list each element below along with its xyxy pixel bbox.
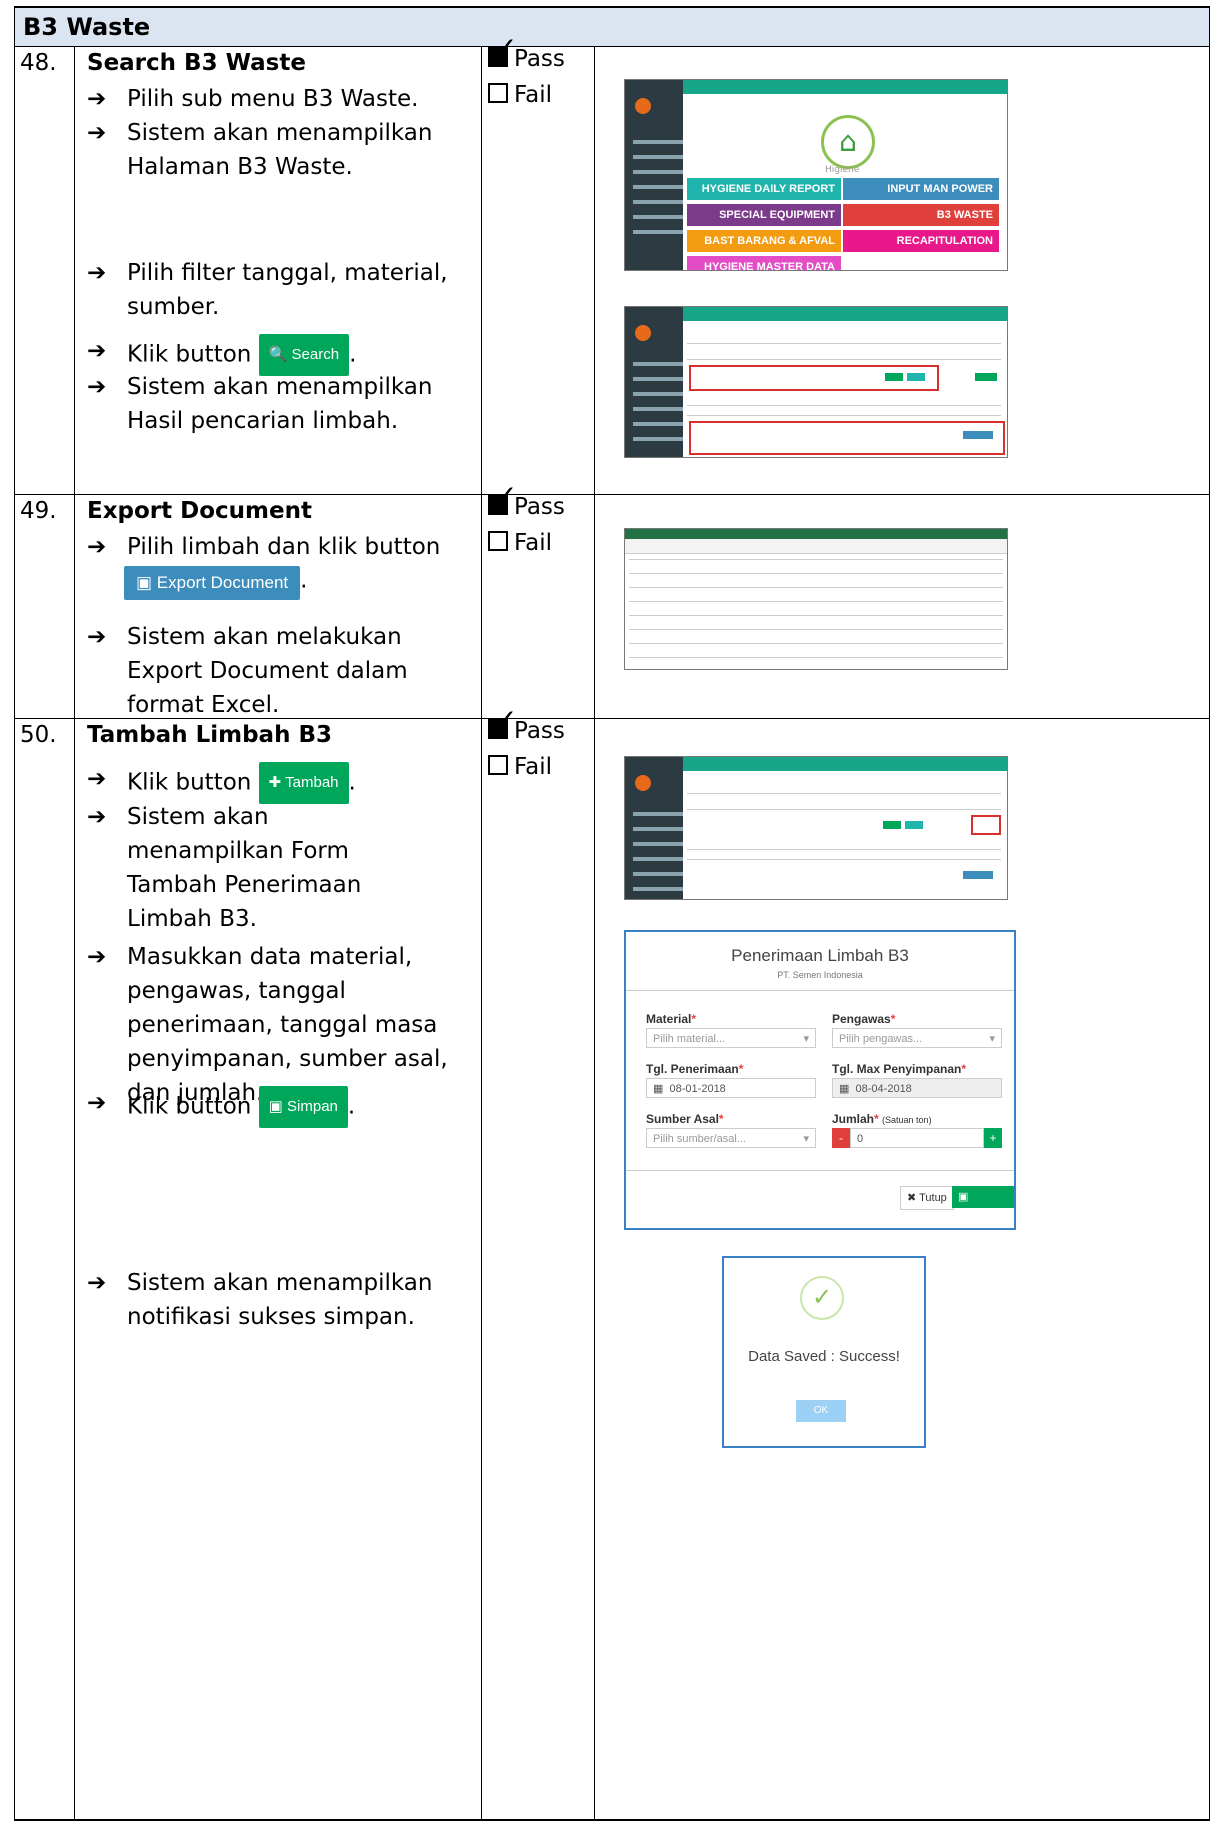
- row-number: 49.: [20, 498, 57, 524]
- row-number: 50.: [20, 722, 57, 748]
- step: ➔ Masukkan data material, pengawas, tangg…: [87, 944, 448, 1106]
- pengawas-label: Pengawas*: [832, 1012, 896, 1026]
- pass-checkbox[interactable]: ✓ Pass: [488, 703, 565, 744]
- step: ➔ Pilih filter tanggal, material, sumber.: [87, 260, 448, 320]
- tile-b3-waste[interactable]: B3 WASTE: [843, 204, 999, 226]
- success-check-icon: ✓: [800, 1276, 844, 1320]
- calendar-icon: ▦: [839, 1083, 850, 1095]
- jumlah-label: Jumlah* (Satuan ton): [832, 1112, 932, 1126]
- tgl-penerimaan-input[interactable]: ▦ 08-01-2018: [646, 1078, 816, 1098]
- section-header: B3 Waste: [15, 7, 1209, 46]
- tambah-button[interactable]: ✚ Tambah: [258, 762, 349, 804]
- tile-special-equipment[interactable]: SPECIAL EQUIPMENT: [687, 204, 841, 226]
- row-number: 48.: [20, 50, 57, 76]
- checkbox-icon: [488, 83, 508, 103]
- success-message: Data Saved : Success!: [748, 1348, 900, 1365]
- step: ➔ Sistem akan menampilkan Halaman B3 Wast…: [87, 120, 433, 180]
- section-label: Higiene: [825, 165, 860, 175]
- checkbox-checked-icon: ✓: [488, 703, 517, 739]
- sumber-label: Sumber Asal*: [646, 1112, 724, 1126]
- test-table: B3 Waste 48. Search B3 Waste ➔ Pilih sub …: [14, 6, 1210, 1821]
- chevron-down-icon: ▾: [803, 1033, 809, 1045]
- pass-checkbox[interactable]: ✓ Pass: [488, 479, 565, 520]
- pengawas-select[interactable]: Pilih pengawas... ▾: [832, 1028, 1002, 1048]
- tgl-max-label: Tgl. Max Penyimpanan*: [832, 1062, 967, 1076]
- tgl-penerimaan-label: Tgl. Penerimaan*: [646, 1062, 744, 1076]
- export-document-row: ▣ Export Document.: [124, 566, 307, 600]
- step: ➔ Sistem akan menampilkan Hasil pencarian…: [87, 374, 433, 434]
- fail-checkbox[interactable]: Fail: [488, 82, 552, 108]
- tgl-max-input: ▦ 08-04-2018: [832, 1078, 1002, 1098]
- screenshot-hygiene-menu: ⌂ Higiene HYGIENE DAILY REPORT INPUT MAN…: [624, 79, 1008, 271]
- checkbox-checked-icon: ✓: [488, 31, 517, 67]
- ok-button[interactable]: OK: [796, 1400, 846, 1422]
- chevron-down-icon: ▾: [989, 1033, 995, 1045]
- chevron-down-icon: ▾: [803, 1133, 809, 1145]
- tile-recapitulation[interactable]: RECAPITULATION: [843, 230, 999, 252]
- tutup-button[interactable]: ✖ Tutup: [900, 1186, 954, 1210]
- screenshot-excel-export: [624, 528, 1008, 670]
- fail-checkbox[interactable]: Fail: [488, 530, 552, 556]
- sumber-select[interactable]: Pilih sumber/asal... ▾: [646, 1128, 816, 1148]
- row-title: Search B3 Waste: [87, 50, 306, 76]
- success-modal: ✓ Data Saved : Success! OK: [722, 1256, 926, 1448]
- calendar-icon: ▦: [653, 1083, 664, 1095]
- simpan-button[interactable]: ▣ Simpan: [258, 1086, 348, 1128]
- step: ➔ Sistem akan menampilkan Form Tambah Pen…: [87, 804, 362, 932]
- export-document-button[interactable]: ▣ Export Document: [124, 566, 301, 600]
- tile-hygiene-daily-report[interactable]: HYGIENE DAILY REPORT: [687, 178, 841, 200]
- checkbox-icon: [488, 755, 508, 775]
- close-icon: ✖: [907, 1192, 917, 1204]
- step: ➔ Sistem akan menampilkan notifikasi suks…: [87, 1270, 433, 1330]
- row-title: Tambah Limbah B3: [87, 722, 332, 748]
- home-icon: ⌂: [821, 115, 875, 169]
- tile-hygiene-master-data[interactable]: HYGIENE MASTER DATA: [687, 256, 841, 270]
- jumlah-input[interactable]: 0: [850, 1128, 984, 1148]
- checkbox-icon: [488, 531, 508, 551]
- modal-simpan-button[interactable]: ▣ Simpan: [952, 1186, 1014, 1225]
- screenshot-tambah-list: [624, 756, 1008, 900]
- tile-bast-barang[interactable]: BAST BARANG & AFVAL: [687, 230, 841, 252]
- material-label: Material*: [646, 1012, 697, 1026]
- modal-title: Penerimaan Limbah B3: [731, 946, 909, 965]
- screenshot-search-results: [624, 306, 1008, 458]
- plus-button[interactable]: +: [984, 1128, 1002, 1148]
- fail-checkbox[interactable]: Fail: [488, 754, 552, 780]
- material-select[interactable]: Pilih material... ▾: [646, 1028, 816, 1048]
- row-title: Export Document: [87, 498, 312, 524]
- save-icon: ▣: [958, 1191, 969, 1203]
- tile-input-man-power[interactable]: INPUT MAN POWER: [843, 178, 999, 200]
- checkbox-checked-icon: ✓: [488, 479, 517, 515]
- modal-subtitle: PT. Semen Indonesia: [777, 970, 863, 980]
- step: ➔ Sistem akan melakukan Export Document d…: [87, 624, 408, 718]
- minus-button[interactable]: -: [832, 1128, 850, 1148]
- penerimaan-modal: Penerimaan Limbah B3 PT. Semen Indonesia…: [624, 930, 1016, 1230]
- section-title: B3 Waste: [23, 13, 151, 41]
- pass-checkbox[interactable]: ✓ Pass: [488, 31, 565, 72]
